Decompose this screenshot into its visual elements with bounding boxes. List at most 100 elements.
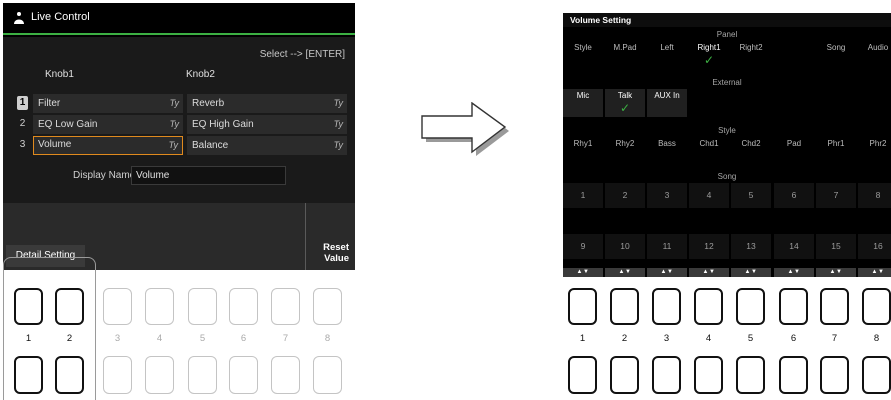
top-panel-button[interactable] <box>14 288 43 325</box>
bottom-panel-button[interactable] <box>736 356 765 394</box>
knob1-assignment[interactable]: EQ Low Gain Ty <box>33 115 183 134</box>
reset-value-button[interactable]: Reset Value <box>308 239 352 267</box>
panel-part-cell[interactable]: Left <box>647 41 687 69</box>
check-icon: ✓ <box>619 101 631 115</box>
bottom-panel-button[interactable] <box>55 356 84 394</box>
detail-setting-button[interactable]: Detail Setting <box>6 245 85 267</box>
top-panel-button[interactable] <box>736 288 765 325</box>
top-panel-button[interactable] <box>652 288 681 325</box>
song-channel-cell[interactable]: 2 <box>605 183 645 208</box>
external-part-cell[interactable]: AUX In <box>647 89 687 117</box>
style-part-cell[interactable]: Phr2 <box>858 137 891 165</box>
bottom-panel-button[interactable] <box>862 356 891 394</box>
style-part-cell[interactable]: Phr1 <box>816 137 856 165</box>
bottom-panel-button[interactable] <box>14 356 43 394</box>
divider <box>305 203 306 270</box>
style-part-cell[interactable]: Rhy2 <box>605 137 645 165</box>
up-down-arrow-icon[interactable]: ▲▼ <box>774 268 814 277</box>
part-label: Rhy1 <box>573 139 593 148</box>
top-panel-button[interactable] <box>610 288 639 325</box>
panel-part-cell[interactable] <box>774 41 814 69</box>
bottom-panel-button[interactable] <box>271 356 300 394</box>
knob2-assignment[interactable]: Reverb Ty <box>187 94 347 113</box>
song-channel-cell[interactable]: 16 <box>858 234 891 259</box>
bottom-panel-button[interactable] <box>568 356 597 394</box>
display-name-field[interactable]: Volume <box>131 166 286 185</box>
top-panel-button[interactable] <box>271 288 300 325</box>
song-channel-cell[interactable]: 7 <box>816 183 856 208</box>
button-number: 2 <box>66 333 73 344</box>
up-down-arrow-icon[interactable]: ▲▼ <box>816 268 856 277</box>
panel-part-cell[interactable]: Right1 ✓ <box>689 41 729 69</box>
bottom-panel-button[interactable] <box>694 356 723 394</box>
panel-part-cell[interactable]: M.Pad <box>605 41 645 69</box>
style-part-cell[interactable]: Rhy1 <box>563 137 603 165</box>
button-number: 7 <box>831 333 838 344</box>
button-number: 8 <box>324 333 331 344</box>
bottom-panel-button[interactable] <box>188 356 217 394</box>
style-part-cell[interactable]: Chd1 <box>689 137 729 165</box>
song-channel-cell[interactable]: 3 <box>647 183 687 208</box>
bottom-panel-button[interactable] <box>313 356 342 394</box>
panel-part-cell[interactable]: Style <box>563 41 603 69</box>
button-number: 4 <box>156 333 163 344</box>
knob2-header: Knob2 <box>186 69 215 80</box>
style-part-cell[interactable]: Pad <box>774 137 814 165</box>
bottom-panel-button[interactable] <box>103 356 132 394</box>
empty-cell <box>731 89 771 117</box>
song-channel-cell[interactable]: 8 <box>858 183 891 208</box>
top-panel-button[interactable] <box>103 288 132 325</box>
top-panel-button[interactable] <box>188 288 217 325</box>
song-channel-cell[interactable]: 10 <box>605 234 645 259</box>
knob2-assignment[interactable]: Balance Ty <box>187 136 347 155</box>
bottom-panel-button[interactable] <box>145 356 174 394</box>
up-down-arrow-icon[interactable]: ▲▼ <box>605 268 645 277</box>
style-part-cell[interactable]: Bass <box>647 137 687 165</box>
song-channel-cell[interactable]: 11 <box>647 234 687 259</box>
panel-part-cell[interactable]: Song <box>816 41 856 69</box>
top-panel-button[interactable] <box>145 288 174 325</box>
button-number: 3 <box>114 333 121 344</box>
song-channel-cell[interactable]: 13 <box>731 234 771 259</box>
song-channel-cell[interactable]: 1 <box>563 183 603 208</box>
external-part-cell[interactable]: Mic <box>563 89 603 117</box>
up-down-arrow-icon[interactable]: ▲▼ <box>731 268 771 277</box>
song-channel-cell[interactable]: 9 <box>563 234 603 259</box>
bottom-panel-button[interactable] <box>820 356 849 394</box>
panel-part-cell[interactable]: Right2 <box>731 41 771 69</box>
style-part-cell[interactable]: Chd2 <box>731 137 771 165</box>
song-channel-cell[interactable]: 4 <box>689 183 729 208</box>
top-panel-button[interactable] <box>779 288 808 325</box>
knob-row: 3 Volume Ty Balance Ty <box>17 136 347 155</box>
up-down-arrow-icon[interactable]: ▲▼ <box>858 268 891 277</box>
up-down-arrow-icon[interactable]: ▲▼ <box>563 268 603 277</box>
bottom-panel-button[interactable] <box>652 356 681 394</box>
bottom-panel-button[interactable] <box>779 356 808 394</box>
top-panel-button[interactable] <box>568 288 597 325</box>
bottom-panel-button[interactable] <box>229 356 258 394</box>
top-panel-button[interactable] <box>229 288 258 325</box>
external-part-cell[interactable]: Talk ✓ <box>605 89 645 117</box>
top-panel-button[interactable] <box>313 288 342 325</box>
song-channel-cell[interactable]: 14 <box>774 234 814 259</box>
top-panel-button[interactable] <box>55 288 84 325</box>
top-panel-button[interactable] <box>694 288 723 325</box>
bottom-panel-button[interactable] <box>610 356 639 394</box>
top-panel-button[interactable] <box>862 288 891 325</box>
knob1-assignment-selected[interactable]: Volume Ty <box>33 136 183 155</box>
knob-row: 1 Filter Ty Reverb Ty <box>17 94 347 113</box>
song-channel-cell[interactable]: 5 <box>731 183 771 208</box>
up-down-arrow-icon[interactable]: ▲▼ <box>689 268 729 277</box>
top-panel-button[interactable] <box>820 288 849 325</box>
check-icon: ✓ <box>703 53 715 67</box>
knob1-assignment[interactable]: Filter Ty <box>33 94 183 113</box>
song-channel-cell[interactable]: 12 <box>689 234 729 259</box>
song-channel-cell[interactable]: 15 <box>816 234 856 259</box>
panel-part-cell[interactable]: Audio <box>858 41 891 69</box>
up-down-arrow-icon[interactable]: ▲▼ <box>647 268 687 277</box>
part-label: Right2 <box>739 43 763 52</box>
song-channel-cell[interactable]: 6 <box>774 183 814 208</box>
knob2-assignment[interactable]: EQ High Gain Ty <box>187 115 347 134</box>
part-label: Song <box>826 43 846 52</box>
type-tag: Ty <box>333 98 343 108</box>
